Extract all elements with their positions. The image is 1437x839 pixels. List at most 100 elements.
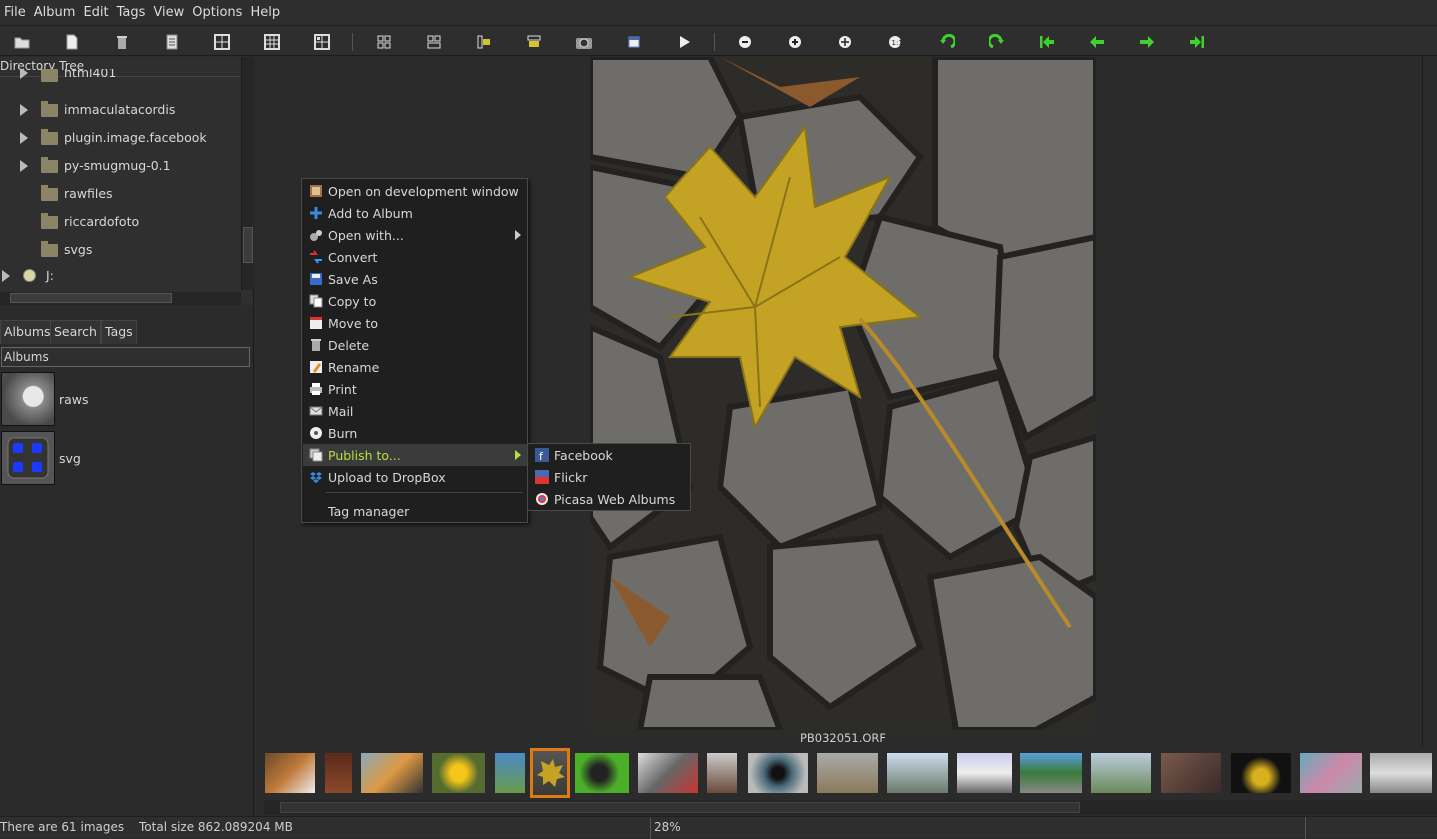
layout-2-icon[interactable] xyxy=(423,31,445,53)
expander-icon[interactable] xyxy=(20,104,28,116)
zoom-in-icon[interactable] xyxy=(784,31,806,53)
filmstrip-thumbnail[interactable] xyxy=(887,753,948,793)
filmstrip-thumbnail[interactable] xyxy=(1300,753,1362,793)
tree-item-plugin-image-facebook[interactable]: plugin.image.facebook xyxy=(0,124,240,152)
filmstrip-thumbnail[interactable] xyxy=(495,753,525,793)
albums-field[interactable]: Albums xyxy=(1,347,250,367)
expander-icon[interactable] xyxy=(20,160,28,172)
filmstrip-thumbnail[interactable] xyxy=(748,753,808,793)
menu-item-tag-manager[interactable]: Tag manager xyxy=(303,500,527,522)
tree-item-riccardofoto[interactable]: riccardofoto xyxy=(0,208,240,236)
fullscreen-icon[interactable] xyxy=(623,31,645,53)
rotate-right-icon[interactable] xyxy=(986,31,1008,53)
status-zoom: 28% xyxy=(654,820,681,834)
tree-item-py-smugmug[interactable]: py-smugmug-0.1 xyxy=(0,152,240,180)
menu-tags[interactable]: Tags xyxy=(113,0,150,26)
tab-search[interactable]: Search xyxy=(50,320,101,344)
open-folder-icon[interactable] xyxy=(11,31,33,53)
menu-item-delete[interactable]: Delete xyxy=(303,334,527,356)
menu-item-open-development[interactable]: Open on development window xyxy=(303,180,527,202)
menu-item-mail[interactable]: Mail xyxy=(303,400,527,422)
first-icon[interactable] xyxy=(1036,31,1058,53)
filmstrip-thumbnail[interactable] xyxy=(1231,753,1291,793)
filmstrip-thumbnail[interactable] xyxy=(575,753,629,793)
filmstrip-thumbnail[interactable] xyxy=(325,753,352,793)
menu-item-move-to[interactable]: Move to xyxy=(303,312,527,334)
zoom-100-icon[interactable]: 1:1 xyxy=(884,31,906,53)
trash-icon[interactable] xyxy=(111,31,133,53)
menu-item-burn[interactable]: Burn xyxy=(303,422,527,444)
filmstrip-thumbnail[interactable] xyxy=(1020,753,1082,793)
tab-tags[interactable]: Tags xyxy=(101,320,137,344)
main-photo[interactable] xyxy=(590,57,1096,730)
menu-item-convert[interactable]: Convert xyxy=(303,246,527,268)
tree-item-html401[interactable]: html401 xyxy=(0,69,240,87)
directory-tree-vscrollbar[interactable] xyxy=(241,57,254,290)
tree-item-immaculatacordis[interactable]: immaculatacordis xyxy=(0,96,240,124)
menu-edit[interactable]: Edit xyxy=(79,0,112,26)
scrollbar-thumb[interactable] xyxy=(243,227,253,263)
expander-icon[interactable] xyxy=(20,69,28,79)
menu-view[interactable]: View xyxy=(149,0,188,26)
filmstrip-thumbnail[interactable] xyxy=(361,753,423,793)
menu-item-save-as[interactable]: Save As xyxy=(303,268,527,290)
layout-1-icon[interactable] xyxy=(373,31,395,53)
properties-icon[interactable] xyxy=(161,31,183,53)
zoom-fit-icon[interactable] xyxy=(834,31,856,53)
camera-icon[interactable] xyxy=(573,31,595,53)
filmstrip-thumbnail-selected[interactable] xyxy=(530,748,570,798)
new-file-icon[interactable] xyxy=(61,31,83,53)
menu-separator xyxy=(326,492,522,493)
toolbar: 1:1 xyxy=(0,27,1437,56)
menu-item-publish-to[interactable]: Publish to... xyxy=(303,444,527,466)
next-icon[interactable] xyxy=(1136,31,1158,53)
filmstrip-thumbnail[interactable] xyxy=(817,753,878,793)
album-item-raws[interactable]: raws xyxy=(1,372,253,428)
filmstrip-thumbnail[interactable] xyxy=(1370,753,1432,793)
zoom-out-icon[interactable] xyxy=(734,31,756,53)
filmstrip-thumbnail[interactable] xyxy=(265,753,315,793)
scrollbar-thumb[interactable] xyxy=(10,293,172,303)
filmstrip-thumbnail[interactable] xyxy=(432,753,485,793)
menu-options[interactable]: Options xyxy=(188,0,246,26)
menu-file[interactable]: File xyxy=(0,0,30,26)
filmstrip-thumbnail[interactable] xyxy=(1091,753,1151,793)
rotate-left-icon[interactable] xyxy=(936,31,958,53)
menu-item-add-to-album[interactable]: Add to Album xyxy=(303,202,527,224)
tree-item-drive-j[interactable]: J: xyxy=(0,262,240,290)
menu-item-rename[interactable]: Rename xyxy=(303,356,527,378)
tree-item-svgs[interactable]: svgs xyxy=(0,236,240,264)
directory-tree-hscrollbar[interactable] xyxy=(0,292,241,305)
layout-4-icon[interactable] xyxy=(523,31,545,53)
filmstrip-thumbnail[interactable] xyxy=(638,753,698,793)
filmstrip-thumbnail[interactable] xyxy=(957,753,1012,793)
menu-album[interactable]: Album xyxy=(30,0,80,26)
submenu-item-flickr[interactable]: Flickr xyxy=(529,466,691,488)
play-icon[interactable] xyxy=(673,31,695,53)
submenu-item-facebook[interactable]: f Facebook xyxy=(529,444,691,466)
menu-item-print[interactable]: Print xyxy=(303,378,527,400)
last-icon[interactable] xyxy=(1186,31,1208,53)
tab-albums[interactable]: Albums xyxy=(0,320,55,344)
grid-4x4-icon[interactable] xyxy=(311,31,333,53)
expander-icon[interactable] xyxy=(2,270,10,282)
expander-icon[interactable] xyxy=(20,132,28,144)
scrollbar-thumb[interactable] xyxy=(280,802,1080,813)
grid-3x3-icon[interactable] xyxy=(261,31,283,53)
tree-item-rawfiles[interactable]: rawfiles xyxy=(0,180,240,208)
menu-item-copy-to[interactable]: Copy to xyxy=(303,290,527,312)
album-item-svg[interactable]: svg xyxy=(1,431,253,487)
menu-help[interactable]: Help xyxy=(246,0,284,26)
submenu-item-picasa[interactable]: Picasa Web Albums xyxy=(529,488,691,510)
develop-icon xyxy=(308,183,324,199)
grid-2x2-icon[interactable] xyxy=(211,31,233,53)
submenu-arrow-icon xyxy=(515,450,521,460)
filmstrip-hscrollbar[interactable] xyxy=(264,800,1437,815)
filmstrip-thumbnail[interactable] xyxy=(1161,753,1221,793)
menu-item-open-with[interactable]: Open with... xyxy=(303,224,527,246)
previous-icon[interactable] xyxy=(1086,31,1108,53)
menu-item-upload-dropbox[interactable]: Upload to DropBox xyxy=(303,466,527,488)
filmstrip-thumbnail[interactable] xyxy=(707,753,737,793)
layout-3-icon[interactable] xyxy=(473,31,495,53)
viewer-vscrollbar[interactable] xyxy=(1422,57,1437,747)
